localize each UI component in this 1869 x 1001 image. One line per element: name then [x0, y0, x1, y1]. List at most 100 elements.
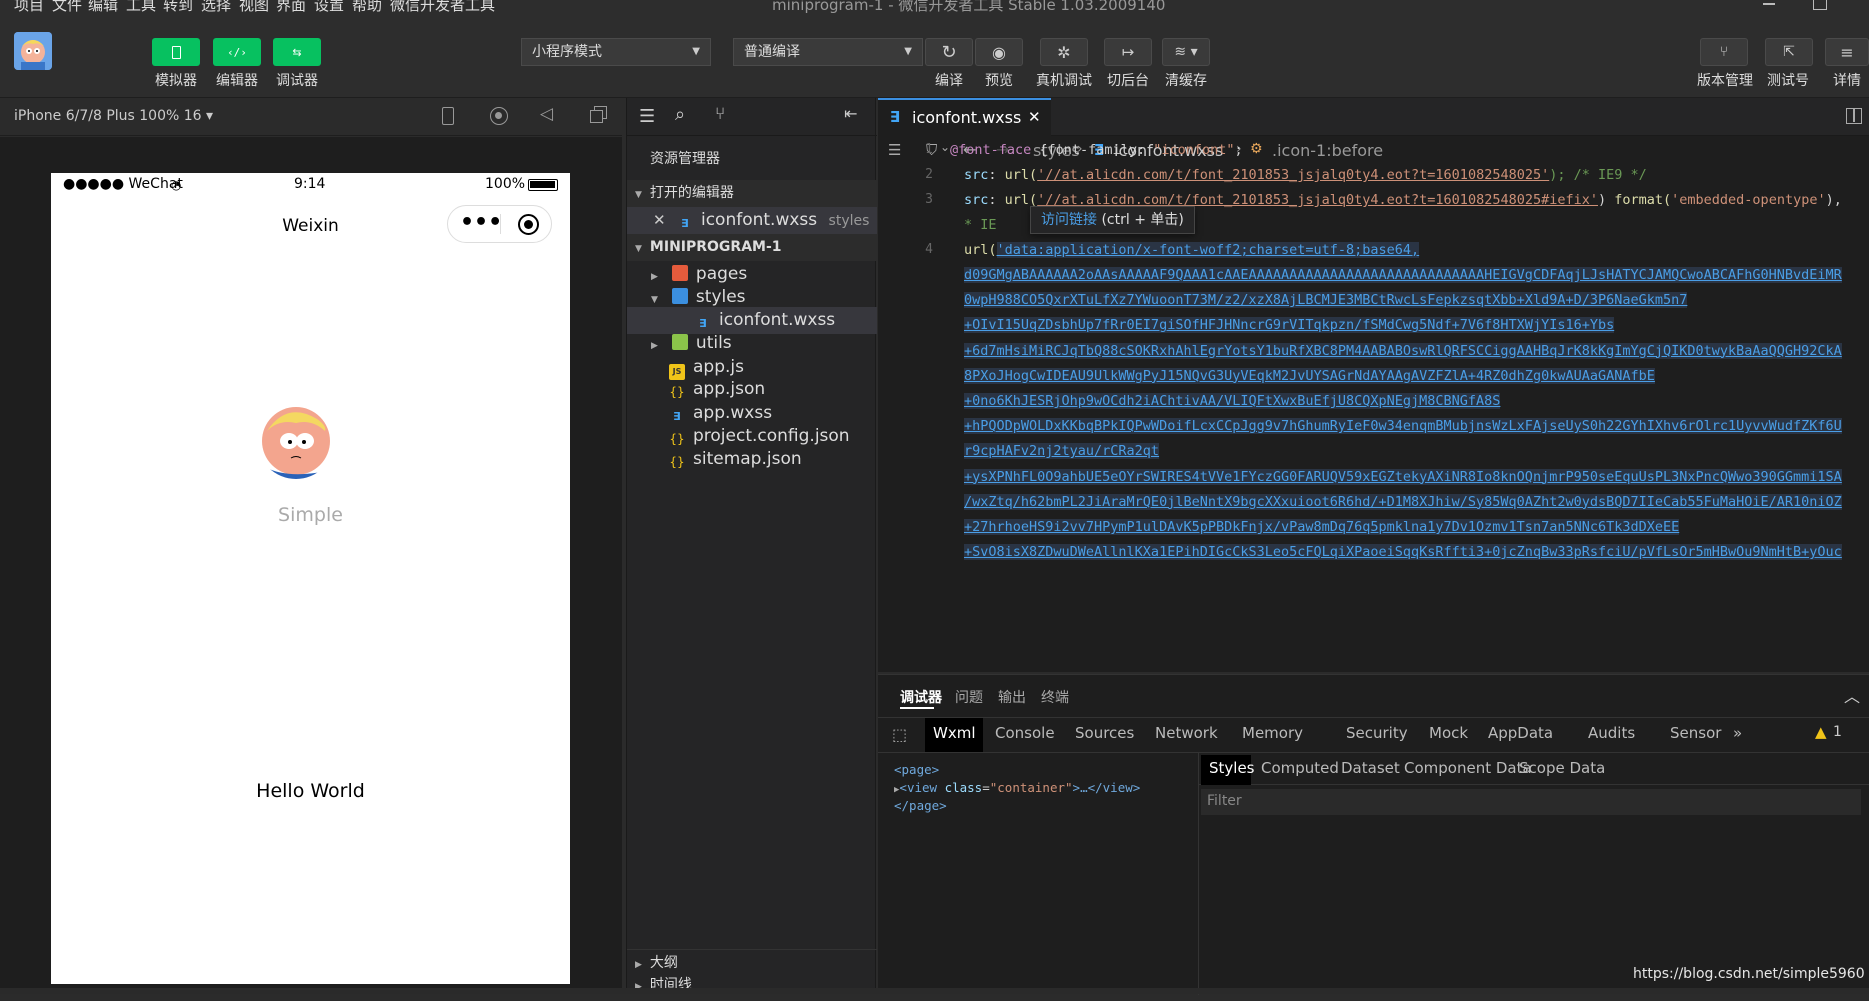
menu-tools[interactable]: 工具: [126, 0, 156, 14]
wxml-page-close[interactable]: </page>: [894, 798, 947, 813]
new-window-icon[interactable]: [590, 106, 608, 124]
base64-line[interactable]: /wxZtq/h62bmPL2JiAraMrQE0jlBeNntX9bgcXXx…: [964, 493, 1842, 510]
tab-styles[interactable]: Styles: [1209, 759, 1255, 777]
collapse-panel-icon[interactable]: ⇤: [844, 104, 857, 123]
maximize-icon[interactable]: [1813, 0, 1827, 10]
base64-line[interactable]: r9cpHAFv2nj2tyau/rCRa2qt: [964, 443, 1160, 460]
code-link[interactable]: 'data:application/x-font-woff2;charset=u…: [996, 242, 1420, 258]
code-line-1[interactable]: @font-face {font-family: "iconfont";: [950, 142, 1243, 158]
menu-view[interactable]: 视图: [239, 0, 269, 14]
tab-problems[interactable]: 问题: [955, 687, 983, 707]
tab-sources[interactable]: Sources: [1075, 724, 1134, 742]
code-link[interactable]: 0wpH988CO5QxrXTuLfXz7YWuoonT73M/z2/xzX8A…: [964, 292, 1688, 309]
git-branch-icon[interactable]: ⑂: [715, 104, 725, 124]
code-line-3b[interactable]: * IE: [964, 217, 997, 233]
wxml-page-open[interactable]: <page>: [894, 762, 939, 777]
version-mgmt-button[interactable]: ⑂: [1700, 38, 1748, 66]
code-link[interactable]: '//at.alicdn.com/t/font_2101853_jsjalq0t…: [1037, 167, 1549, 183]
code-link[interactable]: /wxZtq/h62bmPL2JiAraMrQE0jlBeNntX9bgcXXx…: [964, 493, 1842, 510]
avatar[interactable]: [14, 32, 52, 70]
volume-icon[interactable]: ◁: [540, 104, 553, 124]
tab-network[interactable]: Network: [1155, 724, 1218, 742]
menu-goto[interactable]: 转到: [163, 0, 193, 14]
tab-dataset[interactable]: Dataset: [1341, 759, 1400, 777]
editor-tab[interactable]: ∃ iconfont.wxss ✕: [878, 98, 1051, 136]
base64-line[interactable]: +OIvI15UqZDsbhUp7fRr0EI7giSOfHFJHNncrG9r…: [964, 317, 1615, 334]
tree-item-sitemap[interactable]: {} sitemap.json: [627, 446, 877, 473]
code-link[interactable]: +0no6KhJESRjOhp9wOCdh2iAChtivAA/VLIQFtXw…: [964, 393, 1501, 409]
clear-cache-button[interactable]: ≋ ▾: [1162, 38, 1210, 66]
base64-line[interactable]: d09GMgABAAAAAA2oAAsAAAAAF9QAAA1cAAEAAAAA…: [964, 267, 1842, 283]
close-miniprogram-icon[interactable]: [518, 214, 539, 235]
debugger-button[interactable]: ⇆: [273, 38, 321, 66]
code-link[interactable]: +OIvI15UqZDsbhUp7fRr0EI7giSOfHFJHNncrG9r…: [964, 317, 1615, 334]
code-link[interactable]: d09GMgABAAAAAA2oAAsAAAAAF9QAAA1cAAEAAAAA…: [964, 267, 1842, 283]
kebab-icon[interactable]: ⋮: [1863, 721, 1869, 740]
base64-line[interactable]: +SvO8isX8ZDwuDWeAllnlKXa1EPihDIGcCkS3Leo…: [964, 544, 1842, 561]
minimize-icon[interactable]: [1763, 3, 1775, 5]
more-tabs-icon[interactable]: »: [1733, 724, 1742, 742]
menu-file[interactable]: 文件: [52, 0, 82, 14]
base64-line[interactable]: +0no6KhJESRjOhp9wOCdh2iAChtivAA/VLIQFtXw…: [964, 393, 1501, 409]
code-link[interactable]: +ysXPNhFL0O9ahbUE5eOYrSWIRES4tVVe1FYczGG…: [964, 468, 1842, 485]
tab-component-data[interactable]: Component Data: [1404, 759, 1532, 777]
project-header[interactable]: ▼ MINIPROGRAM-1: [627, 234, 877, 261]
base64-line[interactable]: +hPQODpWOLDxKKbqBPkIQPwWDoifLcxCCpJgg9v7…: [964, 418, 1842, 435]
compile-button[interactable]: ↻: [925, 38, 973, 66]
base64-line[interactable]: 8PXoJHogCwIDEAU9UlkWWgPyJ15NQvG3UyVEqkM2…: [964, 367, 1655, 384]
code-link[interactable]: +27hrhoeHS9i2vv7HPymP1ulDAvK5pPBDkFnjx/v…: [964, 519, 1680, 535]
device-select[interactable]: iPhone 6/7/8 Plus 100% 16 ▾: [14, 108, 213, 124]
base64-line[interactable]: 0wpH988CO5QxrXTuLfXz7YWuoonT73M/z2/xzX8A…: [964, 292, 1688, 309]
code-line-2[interactable]: src: url('//at.alicdn.com/t/font_2101853…: [964, 167, 1647, 183]
inspect-icon[interactable]: ⬚: [892, 725, 907, 744]
base64-line[interactable]: +6d7mHsiMiRCJqTbQ88cSOKRxhAhlEgrYotsY1bu…: [964, 342, 1842, 359]
filter-input[interactable]: Filter: [1201, 789, 1861, 815]
editor-button[interactable]: ‹/›: [213, 38, 261, 66]
test-account-button[interactable]: ⇱: [1765, 38, 1813, 66]
open-editor-item[interactable]: ✕ ∃ iconfont.wxss styles: [627, 207, 877, 234]
tree-item-app-json[interactable]: {} app.json: [627, 376, 877, 403]
tab-console[interactable]: Console: [995, 724, 1055, 742]
phone-icon[interactable]: [442, 107, 454, 125]
tree-item-utils[interactable]: ▶ utils: [627, 330, 877, 357]
menu-help[interactable]: 帮助: [352, 0, 382, 14]
code-link[interactable]: 8PXoJHogCwIDEAU9UlkWWgPyJ15NQvG3UyVEqkM2…: [964, 367, 1655, 384]
code-line-4[interactable]: url('data:application/x-font-woff2;chars…: [964, 242, 1420, 258]
record-icon[interactable]: [490, 107, 508, 125]
menu-edit[interactable]: 编辑: [88, 0, 118, 14]
details-button[interactable]: ≡: [1825, 38, 1869, 66]
mode-select[interactable]: 小程序模式 ▼: [521, 38, 711, 66]
code-link[interactable]: r9cpHAFv2nj2tyau/rCRa2qt: [964, 443, 1160, 460]
base64-line[interactable]: +27hrhoeHS9i2vv7HPymP1ulDAvK5pPBDkFnjx/v…: [964, 519, 1680, 535]
timeline-header[interactable]: ▶ 时间线: [627, 972, 877, 999]
tooltip-link[interactable]: 访问链接: [1041, 212, 1097, 228]
simulator-button[interactable]: [152, 38, 200, 66]
fold-chevron-icon[interactable]: ⌄: [940, 140, 950, 154]
menu-project[interactable]: 项目: [14, 0, 44, 14]
chevron-up-icon[interactable]: ︿: [1844, 683, 1860, 707]
menu-settings[interactable]: 设置: [314, 0, 344, 14]
tab-sensor[interactable]: Sensor: [1670, 724, 1721, 742]
code-link[interactable]: +SvO8isX8ZDwuDWeAllnlKXa1EPihDIGcCkS3Leo…: [964, 544, 1842, 561]
menu-interface[interactable]: 界面: [276, 0, 306, 14]
tab-audits[interactable]: Audits: [1588, 724, 1635, 742]
tab-computed[interactable]: Computed: [1261, 759, 1339, 777]
menu-devtools[interactable]: 微信开发者工具: [390, 0, 495, 14]
tab-scope-data[interactable]: Scope Data: [1519, 759, 1605, 777]
code-link[interactable]: +6d7mHsiMiRCJqTbQ88cSOKRxhAhlEgrYotsY1bu…: [964, 342, 1842, 359]
device-debug-button[interactable]: ✲: [1040, 38, 1088, 66]
warning-icon[interactable]: ▲: [1815, 723, 1827, 741]
tab-memory[interactable]: Memory: [1242, 724, 1303, 742]
compile-select[interactable]: 普通编译 ▼: [733, 38, 923, 66]
open-editors-header[interactable]: ▼ 打开的编辑器: [627, 180, 877, 207]
tab-appdata[interactable]: AppData: [1488, 724, 1553, 742]
preview-button[interactable]: ◉: [975, 38, 1023, 66]
background-button[interactable]: ↦: [1104, 38, 1152, 66]
wxml-view-node[interactable]: ▶<view class="container">…</view>: [894, 780, 1140, 795]
code-link[interactable]: +hPQODpWOLDxKKbqBPkIQPwWDoifLcxCCpJgg9v7…: [964, 418, 1842, 435]
tab-security[interactable]: Security: [1346, 724, 1408, 742]
list-icon[interactable]: ☰: [639, 106, 655, 127]
tab-terminal[interactable]: 终端: [1041, 687, 1069, 707]
close-tab-icon[interactable]: ✕: [1028, 108, 1041, 126]
split-editor-icon[interactable]: [1846, 108, 1862, 124]
